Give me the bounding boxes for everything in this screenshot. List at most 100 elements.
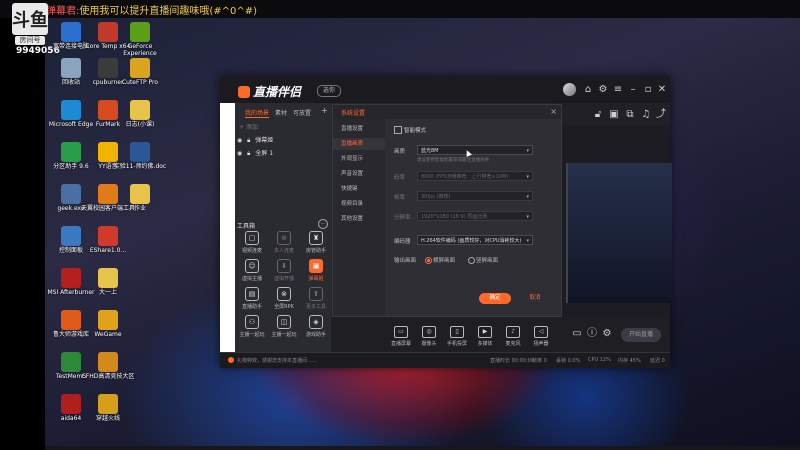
tool-button[interactable]: ◈ 游戏助手 xyxy=(301,315,331,338)
tool-button[interactable]: ☺ 虚拟主播 xyxy=(237,259,267,282)
assistant-icon: ▤ xyxy=(245,287,259,301)
start-live-button[interactable]: 开始直播 xyxy=(621,328,661,342)
desktop-icon[interactable]: GeForce Experience xyxy=(111,22,169,57)
gift-icon[interactable]: ⌂ xyxy=(582,84,594,96)
user-avatar[interactable] xyxy=(563,83,576,96)
maximize-icon[interactable]: ▫ xyxy=(642,84,654,96)
settings-nav-item[interactable]: 其他设置 xyxy=(333,213,385,225)
tool-label: 直播助手 xyxy=(241,304,262,310)
minimize-icon[interactable]: – xyxy=(627,84,639,96)
tool-button[interactable]: ⚇ 主播一起玩 xyxy=(237,315,267,338)
ftp-icon xyxy=(130,58,150,78)
desktop-icon[interactable]: EShare1.0... xyxy=(79,226,137,254)
field-select[interactable]: 30fps (推荐) ▾ xyxy=(417,191,533,201)
tool-label: 主播一起玩 xyxy=(271,332,297,338)
tool-label: 主播一起玩 xyxy=(239,332,265,338)
play-together-icon: ⚇ xyxy=(245,315,259,329)
field-select[interactable]: 蓝光8M ▾ xyxy=(417,145,533,155)
tool-button[interactable]: ▣ 弹幕姬 xyxy=(301,259,331,282)
game-helper-icon: ◈ xyxy=(309,315,323,329)
portrait-label: 竖屏画面 xyxy=(476,258,499,264)
preview-toolbar: 🔓︎ ▣ ⧉ ♫ ⤴ xyxy=(556,103,670,125)
source-button[interactable]: ♪ 麦克风 xyxy=(499,326,527,347)
status-item: 延迟 0 xyxy=(650,358,665,364)
tool-button[interactable]: ⬇ 虚拟开播 xyxy=(269,259,299,282)
tool-button[interactable]: ⊗ 全屏RPK xyxy=(269,287,299,310)
camera-small-icon[interactable]: ▭ xyxy=(571,328,583,340)
danmaku-banner: 弹幕君:使用我可以提升直播间趣味哦(#^0^#) xyxy=(46,2,257,17)
danmaku-icon: ▣ xyxy=(309,259,323,273)
desktop-icon[interactable]: 作业 xyxy=(111,184,169,212)
settings-nav-item[interactable]: 直播画质 xyxy=(333,138,385,150)
tool-button[interactable]: ♜ 房管助手 xyxy=(301,231,331,254)
output-mode-label: 输出画面 xyxy=(394,258,417,264)
version-pill[interactable]: 选你 xyxy=(317,85,341,97)
tool-button[interactable]: ◫ 主播一起玩 xyxy=(269,315,299,338)
settings-icon[interactable]: ⚙ xyxy=(597,84,609,96)
desktop-icon-label: CFHD高清竞技大区 xyxy=(81,373,135,380)
status-item: 直播时长 00:00:00 xyxy=(490,358,535,364)
landscape-radio[interactable] xyxy=(425,257,432,264)
source-button[interactable]: ▭ 直播屏幕 xyxy=(387,326,415,347)
tool-button[interactable]: ⬆ 更多工具 xyxy=(301,287,331,310)
info-icon[interactable]: ⓘ xyxy=(586,328,598,340)
cancel-button[interactable]: 取消 xyxy=(521,293,549,304)
ok-button[interactable]: 确定 xyxy=(479,293,511,304)
eye-icon[interactable]: ◉ xyxy=(237,137,242,144)
scene-lock-icon[interactable]: 🔓︎ xyxy=(592,109,604,121)
smart-mode-label: 智能模式 xyxy=(404,128,427,134)
settings-nav-item[interactable]: 快捷键 xyxy=(333,183,385,195)
add-tab-button[interactable]: + xyxy=(321,106,328,115)
flame-icon xyxy=(238,86,250,98)
share-icon[interactable]: ⤴ xyxy=(655,109,667,121)
eye-icon[interactable]: ◉ xyxy=(237,150,242,157)
toolbox-more-icon[interactable]: ⋯ xyxy=(318,219,328,229)
media-icon: ▶ xyxy=(478,326,492,338)
desktop-icon[interactable]: CuteFTP Pro xyxy=(111,58,169,86)
tool-button[interactable]: ⊕ 多人连麦 xyxy=(269,231,299,254)
scene-item[interactable]: ◉ 🔒︎ 弹幕姬 xyxy=(235,135,331,145)
desktop-icon[interactable]: WeGame xyxy=(79,310,137,338)
tool-button[interactable]: ▢ 视频连麦 xyxy=(237,231,267,254)
tab-placeable[interactable]: 可放置 xyxy=(293,108,311,117)
menu-icon[interactable]: ≡ xyxy=(612,84,624,96)
field-label: 码率 xyxy=(394,175,406,181)
mirror-icon[interactable]: ⧉ xyxy=(624,109,636,121)
settings-nav-item[interactable]: 视频目录 xyxy=(333,198,385,210)
field-select[interactable]: H.264软件编码 (画质较好，对CPU消耗较大) ▾ xyxy=(417,235,533,245)
field-value: 30fps (推荐) xyxy=(421,194,451,200)
source-button[interactable]: ▯ 手机投屏 xyxy=(443,326,471,347)
desktop-icon[interactable]: CFHD高清竞技大区 xyxy=(79,352,137,380)
lock-icon[interactable]: 🔒︎ xyxy=(247,150,250,157)
add-source-button[interactable]: + 添加 xyxy=(239,122,335,131)
desktop-icon[interactable]: 大一上 xyxy=(79,268,137,296)
edge-icon xyxy=(61,100,81,120)
tool-button[interactable]: ▤ 直播助手 xyxy=(237,287,267,310)
source-button-label: 摄像头 xyxy=(421,341,437,347)
close-icon[interactable]: ✕ xyxy=(656,84,668,96)
close-icon[interactable]: × xyxy=(550,107,557,116)
settings-nav-item[interactable]: 直播设置 xyxy=(333,123,385,135)
record-icon[interactable]: ▣ xyxy=(608,109,620,121)
source-button[interactable]: ◎ 摄像头 xyxy=(415,326,443,347)
dialog-titlebar: 系统设置 × xyxy=(333,105,561,119)
tab-materials[interactable]: 素材 xyxy=(275,108,287,117)
speaker-icon: ◁ xyxy=(534,326,548,338)
smart-mode-checkbox[interactable] xyxy=(394,126,402,134)
desktop-icon[interactable]: 穿越火线 xyxy=(79,394,137,422)
lock-icon[interactable]: 🔒︎ xyxy=(247,137,250,144)
settings-nav-item[interactable]: 声音设置 xyxy=(333,168,385,180)
field-select[interactable]: 1920*1080 (16:9) 原画比例 ▾ xyxy=(417,211,533,221)
scene-item[interactable]: ◉ 🔒︎ 全屏 1 xyxy=(235,148,331,158)
settings-nav-item[interactable]: 外观显示 xyxy=(333,153,385,165)
tab-scenes[interactable]: 我的场景 xyxy=(245,108,270,118)
desktop-icon[interactable]: 日志(小课) xyxy=(111,100,169,128)
gear-icon[interactable]: ⚙ xyxy=(601,328,613,340)
source-button[interactable]: ◁ 扬声器 xyxy=(527,326,555,347)
bell-icon[interactable]: ♫ xyxy=(640,109,652,121)
portrait-radio[interactable] xyxy=(468,257,475,264)
desktop-icon[interactable]: 实验11-师约佛.doc xyxy=(111,142,169,170)
field-select[interactable]: 8000 (FPS流畅推荐：上行带宽≥10M) ▾ xyxy=(417,171,533,181)
field-value: 蓝光8M xyxy=(421,148,439,154)
source-button[interactable]: ▶ 多媒体 xyxy=(471,326,499,347)
